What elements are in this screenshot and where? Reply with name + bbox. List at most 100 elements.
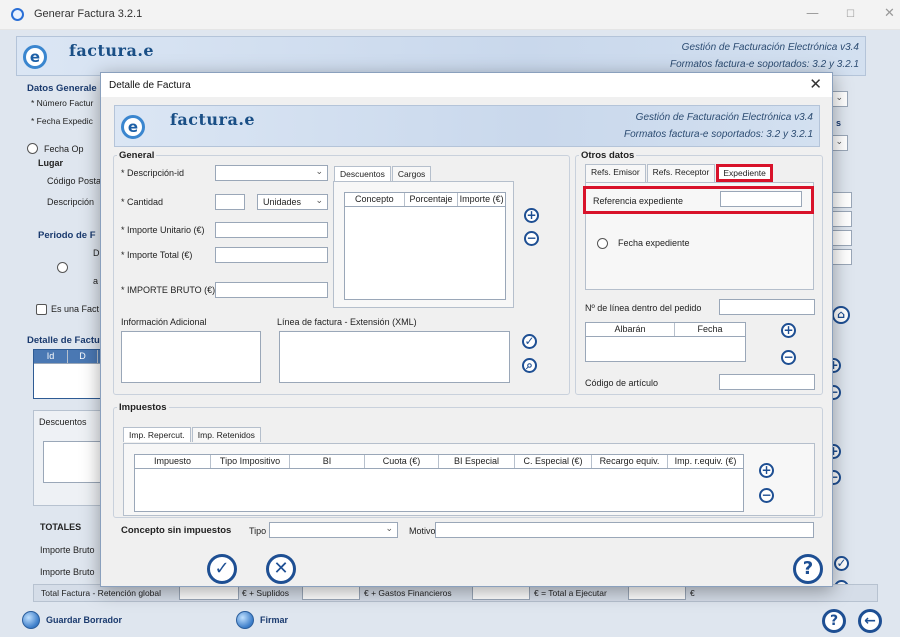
window-close-button[interactable]: ✕: [884, 6, 895, 21]
add-impuesto-icon[interactable]: +: [759, 463, 774, 478]
logo-text: factura.e: [69, 41, 155, 60]
es-una-checkbox[interactable]: [36, 304, 47, 315]
bg-side-s: s: [836, 118, 842, 128]
col-albaran: Albarán: [586, 323, 675, 336]
add-descuento-icon[interactable]: +: [524, 208, 539, 223]
col-concepto: Concepto: [345, 193, 405, 206]
concepto-sin-impuestos-label: Concepto sin impuestos: [121, 525, 232, 536]
remove-albaran-icon[interactable]: −: [781, 350, 796, 365]
referencia-expediente-input[interactable]: [720, 191, 802, 207]
impuestos-tabs: Imp. Repercut. Imp. Retenidos: [123, 427, 262, 442]
importe-bruto-input[interactable]: [215, 282, 328, 298]
tab-refs-emisor[interactable]: Refs. Emisor: [585, 164, 646, 182]
unidades-select[interactable]: Unidades ⌄: [257, 194, 328, 210]
general-panel: General * Descripción-id ⌄ * Cantidad Un…: [113, 150, 570, 395]
gastos-input[interactable]: [472, 586, 530, 600]
fecha-expediente-radio[interactable]: [597, 238, 608, 249]
total-ejecutar-input[interactable]: [628, 586, 686, 600]
dialog-logo-text: factura.e: [170, 110, 256, 129]
tab-expediente[interactable]: Expediente: [716, 164, 773, 182]
back-arrow-icon[interactable]: ←: [858, 609, 882, 633]
logo-e-icon: e: [23, 45, 47, 69]
col-recargo-equiv: Recargo equiv.: [592, 455, 668, 468]
save-draft-icon: [22, 611, 40, 629]
otros-datos-panel: Otros datos Refs. Emisor Refs. Receptor …: [575, 150, 823, 395]
accept-button[interactable]: ✓: [207, 554, 237, 584]
total-ejecutar-label: € = Total a Ejecutar: [534, 588, 607, 598]
unidades-value: Unidades: [263, 197, 302, 207]
numero-factura-label: * Número Factur: [31, 98, 94, 108]
descuentos-table[interactable]: Concepto Porcentaje Importe (€): [344, 192, 506, 300]
dialog-logo-e-icon: e: [121, 115, 145, 139]
remove-impuesto-icon[interactable]: −: [759, 488, 774, 503]
referencia-expediente-label: Referencia expediente: [593, 196, 684, 206]
fecha-op-radio[interactable]: [27, 143, 38, 154]
retencion-global-input[interactable]: [179, 586, 239, 600]
lugar-heading: Lugar: [38, 158, 64, 168]
num-linea-pedido-input[interactable]: [719, 299, 815, 315]
detalle-grid[interactable]: Id D: [33, 349, 103, 399]
totales-heading: TOTALES: [40, 522, 82, 532]
tab-refs-receptor[interactable]: Refs. Receptor: [646, 164, 716, 182]
total-factura-label: Total Factura - Retención global: [41, 588, 162, 598]
bottom-bar: Guardar Borrador Firmar ? ←: [0, 605, 900, 637]
tab-imp-repercut[interactable]: Imp. Repercut.: [123, 427, 191, 442]
window-titlebar: Generar Factura 3.2.1 — ☐ ✕: [0, 0, 900, 30]
descuentos-tab[interactable]: Descuentos: [39, 417, 87, 427]
descuentos-grid[interactable]: [43, 441, 103, 483]
tab-descuentos[interactable]: Descuentos: [334, 166, 391, 181]
detalle-heading: Detalle de Factu: [27, 335, 100, 346]
detalle-col-id: Id: [34, 350, 68, 363]
tab-cargos[interactable]: Cargos: [391, 166, 432, 181]
otros-datos-tabs: Refs. Emisor Refs. Receptor Expediente: [585, 164, 774, 182]
importe-bruto-label-1: Importe Bruto: [40, 545, 95, 555]
codigo-postal-label: Código Posta: [47, 176, 102, 186]
referencia-highlight: Referencia expediente: [583, 186, 814, 214]
suplidos-input[interactable]: [302, 586, 360, 600]
sign-icon: [236, 611, 254, 629]
bg-check-icon[interactable]: ✓: [834, 556, 849, 571]
impuestos-table[interactable]: Impuesto Tipo Impositivo BI Cuota (€) BI…: [134, 454, 744, 512]
tab-imp-retenidos[interactable]: Imp. Retenidos: [191, 427, 261, 442]
banner-formats: Formatos factura-e soportados: 3.2 y 3.2…: [670, 59, 859, 70]
motivo-input[interactable]: [435, 522, 814, 538]
importe-bruto-label-2: Importe Bruto: [40, 567, 95, 577]
col-bi: BI: [290, 455, 365, 468]
dialog-titlebar: Detalle de Factura ✕: [101, 73, 832, 97]
impuestos-heading: Impuestos: [117, 402, 169, 413]
info-adicional-textarea[interactable]: [121, 331, 261, 383]
firmar-button[interactable]: Firmar: [260, 615, 288, 625]
col-impuesto: Impuesto: [135, 455, 211, 468]
importe-unitario-input[interactable]: [215, 222, 328, 238]
descripcion-label: Descripción: [47, 197, 95, 207]
periodo-d-label: D: [93, 248, 100, 258]
app-icon: [11, 8, 24, 21]
help-icon[interactable]: ?: [822, 609, 846, 633]
col-imp-r-equiv: Imp. r.equiv. (€): [674, 456, 737, 466]
dialog-help-button[interactable]: ?: [793, 554, 823, 584]
descripcion-id-select[interactable]: ⌄: [215, 165, 328, 181]
minimize-button[interactable]: —: [806, 6, 819, 21]
cantidad-input[interactable]: [215, 194, 245, 210]
dialog-close-button[interactable]: ✕: [809, 75, 822, 93]
bg-institution-icon[interactable]: ⌂: [832, 306, 850, 324]
dialog-banner-version: Gestión de Facturación Electrónica v3.4: [635, 112, 813, 123]
codigo-articulo-input[interactable]: [719, 374, 815, 390]
euro-label: €: [690, 588, 695, 598]
importe-unitario-label: * Importe Unitario (€): [121, 225, 205, 235]
linea-factura-textarea[interactable]: [279, 331, 510, 383]
validate-xml-icon[interactable]: ✓: [522, 334, 537, 349]
tipo-select[interactable]: ⌄: [269, 522, 398, 538]
maximize-button[interactable]: ☐: [846, 9, 855, 20]
impuestos-panel: Impuestos Imp. Repercut. Imp. Retenidos …: [113, 402, 823, 518]
guardar-borrador-button[interactable]: Guardar Borrador: [46, 615, 122, 625]
importe-total-input[interactable]: [215, 247, 328, 263]
es-una-label: Es una Fact: [51, 304, 100, 314]
search-xml-icon[interactable]: ⌕: [522, 358, 537, 373]
add-albaran-icon[interactable]: +: [781, 323, 796, 338]
periodo-radio[interactable]: [57, 262, 68, 273]
albaran-table[interactable]: Albarán Fecha: [585, 322, 746, 362]
detalle-col-d: D: [68, 350, 98, 363]
remove-descuento-icon[interactable]: −: [524, 231, 539, 246]
cancel-button[interactable]: ✕: [266, 554, 296, 584]
